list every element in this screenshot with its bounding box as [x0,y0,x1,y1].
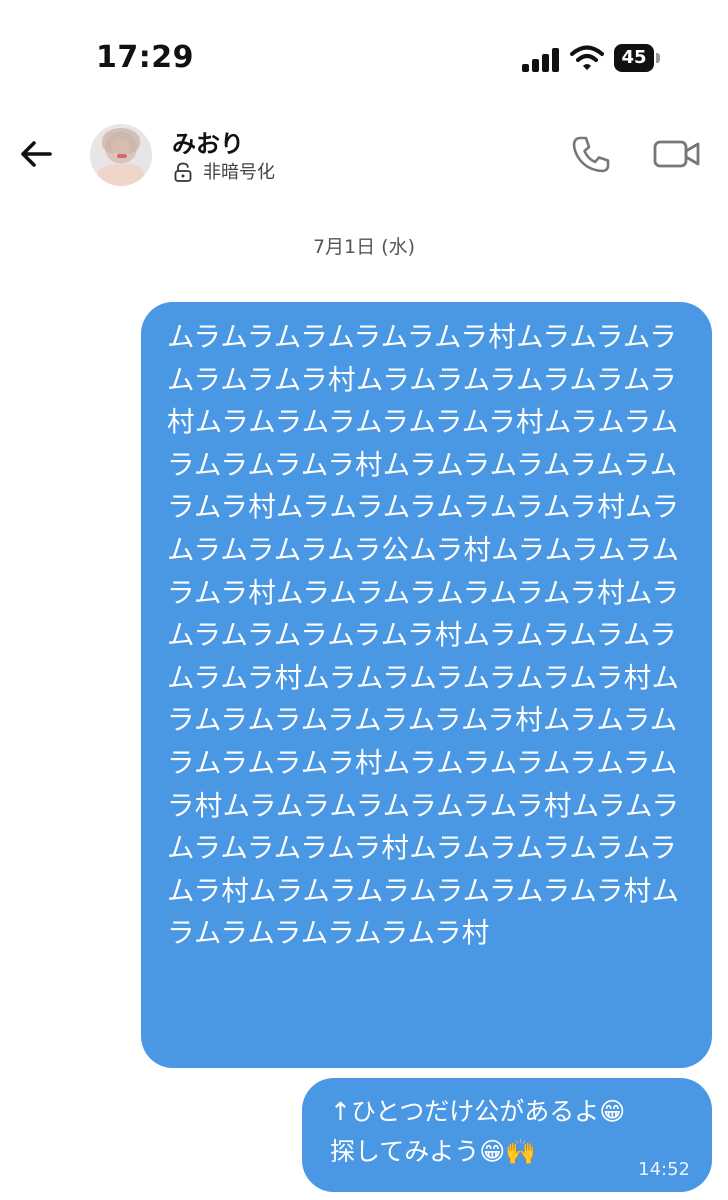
message-bubble[interactable]: ムラムラムラムラムラムラ村ムラムラムラムラムラムラ村ムラムラムラムラムラムラ村ム… [141,302,712,1068]
lock-icon [174,162,192,182]
video-camera-icon[interactable] [652,134,702,174]
battery-icon: 45 [614,44,660,72]
status-bar: 17:29 45 [0,0,728,110]
encryption-status: 非暗号化 [203,162,275,183]
message-timestamp: 14:52 [638,1159,690,1180]
back-arrow-icon[interactable] [14,132,58,176]
contact-name[interactable]: みおり [172,124,244,159]
chat-header: みおり 非暗号化 [0,110,728,200]
avatar[interactable] [90,124,152,186]
battery-level: 45 [614,44,654,72]
phone-icon[interactable] [568,132,614,178]
message-text: ムラムラムラムラムラムラ村ムラムラムラムラムラムラ村ムラムラムラムラムラムラ村ム… [167,321,680,950]
cellular-signal-icon [522,48,560,72]
date-separator: 7月1日 (水) [312,236,416,258]
status-time: 17:29 [96,40,194,75]
wifi-icon [570,45,604,70]
message-bubble[interactable]: ↑ひとつだけ公があるよ😁 探してみよう😁🙌 14:52 [302,1078,712,1192]
